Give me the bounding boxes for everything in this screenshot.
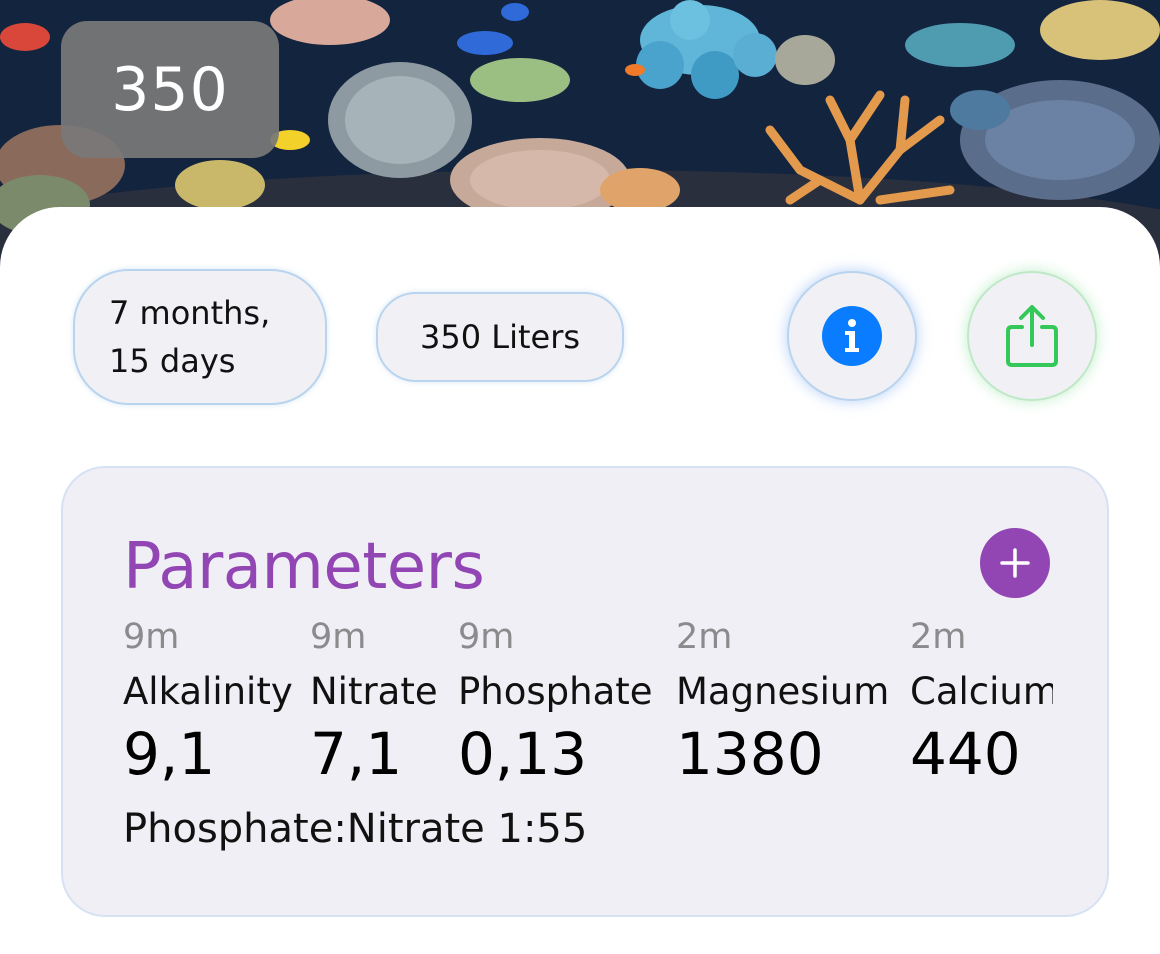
tank-volume-label: 350 Liters (419, 318, 581, 356)
parameter-name: Nitrate (310, 670, 438, 713)
parameter-name: Alkalinity (123, 670, 293, 713)
tank-age-pill: 7 months, 15 days (73, 269, 327, 405)
plus-icon (1000, 548, 1030, 578)
parameter-magnesium[interactable]: 2m Magnesium 1380 (676, 614, 889, 788)
parameters-title: Parameters (123, 530, 485, 604)
info-circle-icon (822, 306, 882, 366)
parameter-name: Calcium (910, 670, 1053, 713)
parameter-age: 9m (458, 617, 515, 657)
tank-age-label: 7 months, 15 days (109, 294, 271, 380)
parameter-name: Magnesium (676, 670, 890, 713)
parameter-value: 1380 (676, 720, 824, 788)
tank-volume-badge-label: 350 (111, 54, 229, 125)
add-parameter-button[interactable] (980, 528, 1050, 598)
parameter-value: 9,1 (123, 720, 216, 788)
parameter-phosphate[interactable]: 9m Phosphate 0,13 (458, 614, 653, 788)
parameter-age: 9m (310, 617, 367, 657)
parameter-age: 9m (123, 617, 180, 657)
parameters-card: Parameters 9m Alkalinity 9,1 9m Nitrate … (61, 466, 1109, 917)
parameter-value: 7,1 (310, 720, 403, 788)
phosphate-nitrate-ratio: Phosphate:Nitrate 1:55 (123, 806, 588, 852)
parameter-age: 2m (910, 617, 967, 657)
tank-volume-pill: 350 Liters (376, 292, 624, 382)
parameter-name: Phosphate (458, 670, 653, 713)
info-button[interactable] (787, 271, 917, 401)
share-button[interactable] (967, 271, 1097, 401)
tank-volume-badge: 350 (61, 21, 279, 158)
parameter-nitrate[interactable]: 9m Nitrate 7,1 (310, 614, 438, 788)
parameter-age: 2m (676, 617, 733, 657)
parameter-value: 440 (910, 720, 1021, 788)
parameter-calcium[interactable]: 2m Calcium 440 (910, 614, 1053, 788)
share-icon (1006, 305, 1058, 367)
parameter-alkalinity[interactable]: 9m Alkalinity 9,1 (123, 614, 293, 788)
parameter-value: 0,13 (458, 720, 588, 788)
